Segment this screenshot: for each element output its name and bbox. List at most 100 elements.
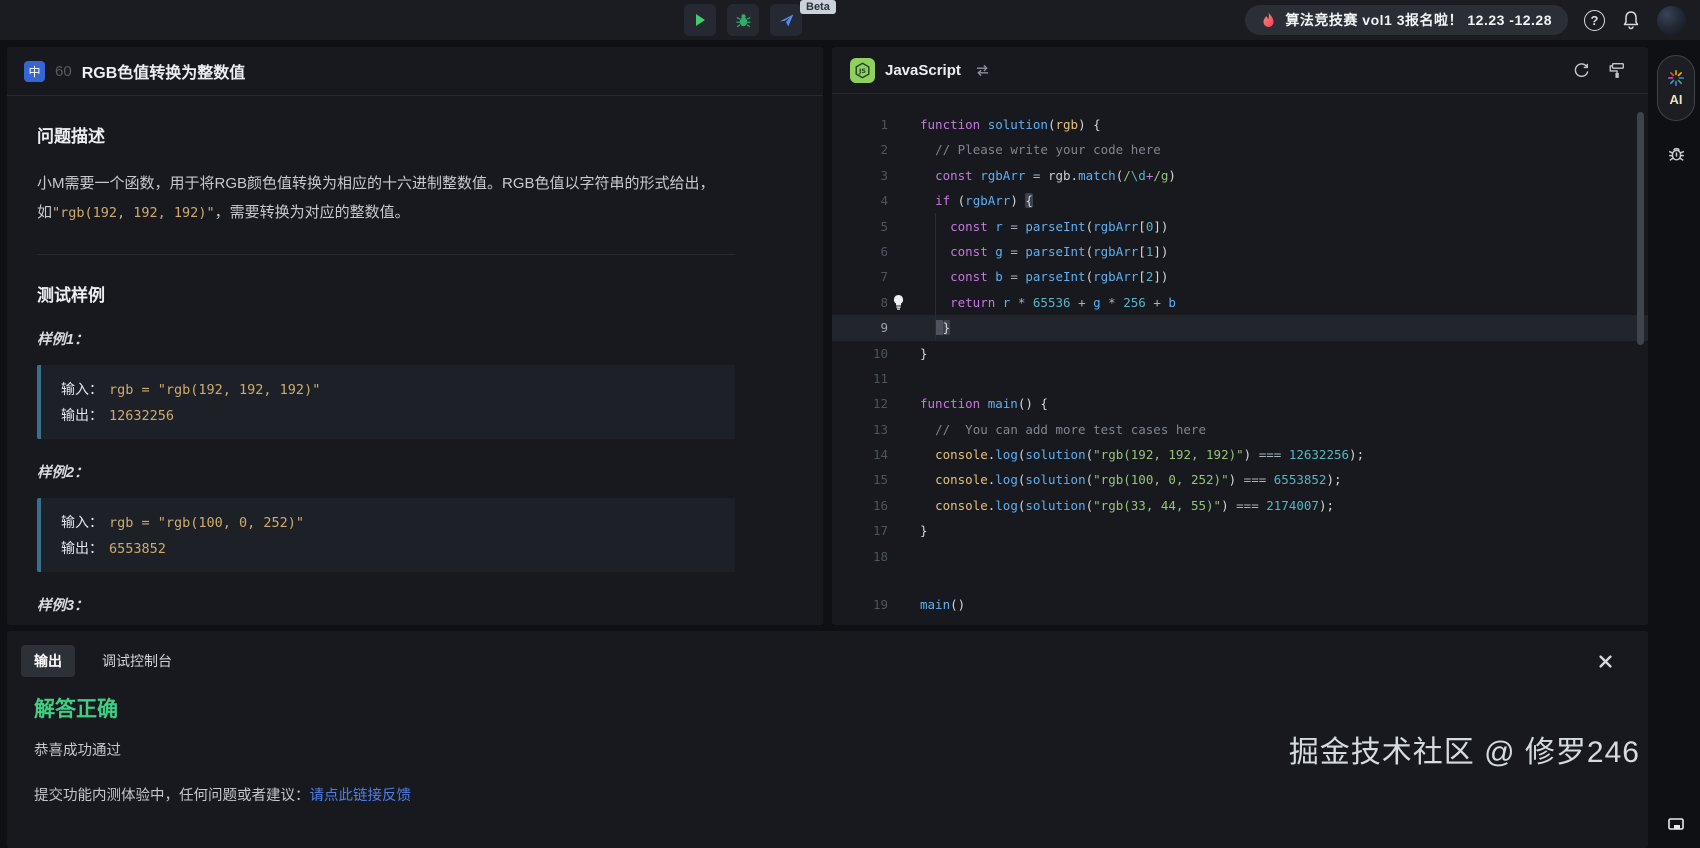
editor-panel: JS JavaScript 1 function solution(rgb) {2… <box>832 47 1648 625</box>
description-text-after: ，需要转换为对应的整数值。 <box>215 204 410 221</box>
code-text: console.log(solution("rgb(33, 44, 55)") … <box>920 493 1334 518</box>
line-number: 6 <box>832 239 888 264</box>
code-line-4[interactable]: 4 if (rgbArr) { <box>832 188 1648 213</box>
code-line-11[interactable]: 11 <box>832 366 1648 391</box>
problem-content: 问题描述 小M需要一个函数，用于将RGB颜色值转换为相应的十六进制整数值。RGB… <box>7 96 823 615</box>
right-rail: AI <box>1652 40 1700 848</box>
code-line-14[interactable]: 14 console.log(solution("rgb(192, 192, 1… <box>832 442 1648 467</box>
close-console-button[interactable] <box>1599 651 1630 671</box>
line-number: 14 <box>832 442 888 467</box>
switch-language-button[interactable] <box>971 60 994 81</box>
code-line-19[interactable]: 19main() <box>832 592 1648 617</box>
code-text: const r = parseInt(rgbArr[0]) <box>920 214 1168 239</box>
problem-header: 中 60 RGB色值转换为整数值 <box>7 47 823 96</box>
paint-roller-icon <box>1608 61 1626 79</box>
bug-icon <box>735 12 752 29</box>
svg-text:JS: JS <box>858 67 866 75</box>
format-code-button[interactable] <box>1604 57 1630 83</box>
samples-heading: 测试样例 <box>37 281 735 306</box>
output-value: 6553852 <box>109 541 166 557</box>
code-line-2[interactable]: 2 // Please write your code here <box>832 137 1648 162</box>
feedback-text: 提交功能内测体验中，任何问题或者建议： <box>34 788 310 804</box>
code-lines: 1 function solution(rgb) {2 // Please wri… <box>832 112 1648 617</box>
debug-run-button[interactable] <box>727 4 759 36</box>
code-text: // Please write your code here <box>920 137 1161 162</box>
code-text: } <box>920 341 928 366</box>
code-line-8[interactable]: 8 return r * 65536 + g * 256 + b <box>832 290 1648 315</box>
line-number: 13 <box>832 417 888 442</box>
code-line-5[interactable]: 5 const r = parseInt(rgbArr[0]) <box>832 214 1648 239</box>
line-number: 10 <box>832 341 888 366</box>
code-text: console.log(solution("rgb(100, 0, 252)")… <box>920 467 1342 492</box>
code-text: if (rgbArr) { <box>920 188 1033 213</box>
code-line-16[interactable]: 16 console.log(solution("rgb(33, 44, 55)… <box>832 493 1648 518</box>
code-line-13[interactable]: 13 // You can add more test cases here <box>832 417 1648 442</box>
code-line-10[interactable]: 10} <box>832 341 1648 366</box>
sample-block-1: 输入：rgb = "rgb(192, 192, 192)"输出：12632256 <box>37 365 735 439</box>
input-label: 输入： <box>61 512 103 532</box>
topbar-right: 算法竞技赛 vol1 3报名啦！ 12.23 -12.28 ? <box>1245 0 1686 40</box>
play-icon <box>692 12 708 28</box>
code-line-6[interactable]: 6 const g = parseInt(rgbArr[1]) <box>832 239 1648 264</box>
line-number: 9 <box>832 315 888 340</box>
sample-block-2: 输入：rgb = "rgb(100, 0, 252)"输出：6553852 <box>37 498 735 572</box>
fullscreen-button[interactable] <box>1652 816 1700 836</box>
code-text: function main() { <box>920 391 1048 416</box>
line-number: 8 <box>832 290 888 315</box>
code-line-12[interactable]: 12function main() { <box>832 391 1648 416</box>
code-line-18[interactable]: 18 <box>832 544 1648 569</box>
flame-icon <box>1261 12 1276 29</box>
debug-bug-icon <box>1666 143 1687 164</box>
input-value: rgb = "rgb(192, 192, 192)" <box>109 382 320 398</box>
bell-icon[interactable] <box>1621 10 1641 30</box>
ai-label: AI <box>1670 92 1683 107</box>
code-text: const rgbArr = rgb.match(/\d+/g) <box>920 163 1176 188</box>
contest-banner[interactable]: 算法竞技赛 vol1 3报名啦！ 12.23 -12.28 <box>1245 5 1568 35</box>
line-number: 1 <box>832 112 888 137</box>
problem-panel: 中 60 RGB色值转换为整数值 问题描述 小M需要一个函数，用于将RGB颜色值… <box>7 47 823 625</box>
code-line-1[interactable]: 1 function solution(rgb) { <box>832 112 1648 137</box>
code-line-7[interactable]: 7 const b = parseInt(rgbArr[2]) <box>832 264 1648 289</box>
help-icon[interactable]: ? <box>1584 10 1605 31</box>
top-bar: Beta 算法竞技赛 vol1 3报名啦！ 12.23 -12.28 ? <box>0 0 1700 40</box>
swap-icon <box>975 64 990 77</box>
language-label: JavaScript <box>885 62 961 79</box>
line-number: 5 <box>832 214 888 239</box>
sample-label-3: 样例3： <box>37 594 735 615</box>
result-message: 恭喜成功通过 <box>34 739 1648 760</box>
code-line-15[interactable]: 15 console.log(solution("rgb(100, 0, 252… <box>832 467 1648 492</box>
beta-badge: Beta <box>800 0 836 14</box>
code-line-17[interactable]: 17} <box>832 518 1648 543</box>
close-icon <box>1599 655 1612 668</box>
code-line-9[interactable]: 9 } <box>832 315 1648 340</box>
line-number: 3 <box>832 163 888 188</box>
code-editor[interactable]: 1 function solution(rgb) {2 // Please wri… <box>832 94 1648 625</box>
tab-output[interactable]: 输出 <box>21 645 75 677</box>
toolbar-actions <box>684 4 802 36</box>
tab-debug-console[interactable]: 调试控制台 <box>89 645 185 677</box>
submit-button[interactable] <box>770 4 802 36</box>
sample-output-row: 输出：6553852 <box>61 535 715 561</box>
indent-guide <box>935 213 936 341</box>
code-text: return r * 65536 + g * 256 + b <box>920 290 1176 315</box>
code-text: // You can add more test cases here <box>920 417 1206 442</box>
line-number: 18 <box>832 544 888 569</box>
description-inline-code: "rgb(192, 192, 192)" <box>52 205 215 221</box>
samples: 样例1：输入：rgb = "rgb(192, 192, 192)"输出：1263… <box>37 328 735 615</box>
user-avatar[interactable] <box>1657 6 1686 35</box>
ai-assistant-button[interactable]: AI <box>1657 55 1695 121</box>
code-text: function solution(rgb) { <box>920 112 1101 137</box>
editor-scrollbar[interactable] <box>1637 112 1644 345</box>
description-heading: 问题描述 <box>37 122 735 147</box>
run-button[interactable] <box>684 4 716 36</box>
code-line-3[interactable]: 3 const rgbArr = rgb.match(/\d+/g) <box>832 163 1648 188</box>
ai-sparkle-icon <box>1667 69 1685 87</box>
output-value: 12632256 <box>109 408 174 424</box>
feedback-link[interactable]: 请点此链接反馈 <box>310 788 412 804</box>
problem-number: 60 <box>55 63 72 80</box>
app-window: Beta 算法竞技赛 vol1 3报名啦！ 12.23 -12.28 ? 中 6… <box>0 0 1700 848</box>
difficulty-badge: 中 <box>24 61 45 82</box>
laptop-icon <box>1665 816 1687 836</box>
reset-code-button[interactable] <box>1569 58 1594 83</box>
debug-panel-button[interactable] <box>1657 143 1695 164</box>
